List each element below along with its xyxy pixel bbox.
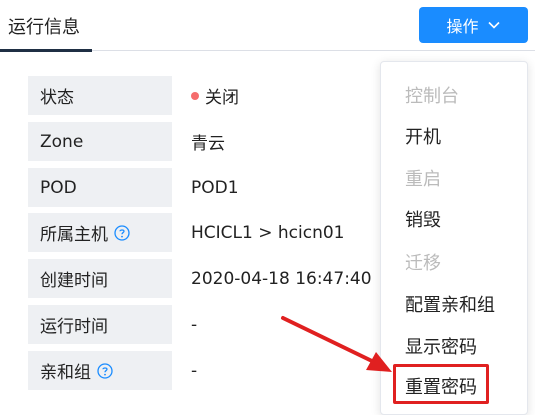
- annotation-arrow-icon: [281, 316, 392, 372]
